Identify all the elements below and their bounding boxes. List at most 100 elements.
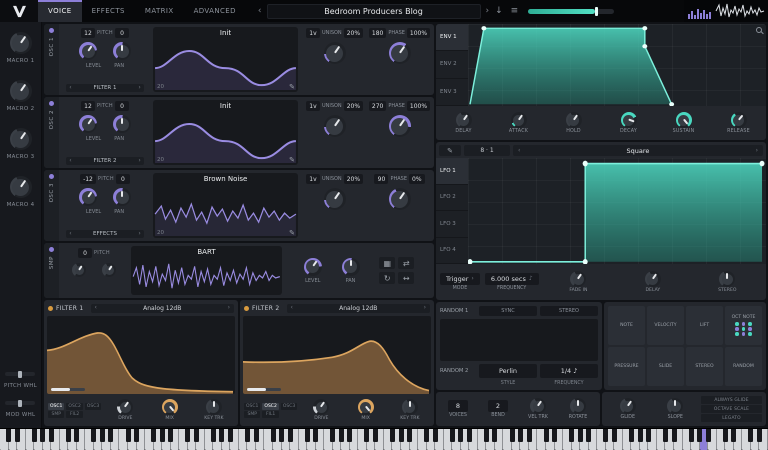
osc3-level-knob[interactable] [79, 188, 97, 206]
piano-key-black[interactable] [689, 429, 694, 442]
save-preset-icon[interactable]: ↓ [491, 6, 507, 16]
piano-key-black[interactable] [134, 429, 139, 442]
piano-key-black[interactable] [126, 429, 131, 442]
mod-source-note[interactable]: NOTE [608, 306, 645, 345]
piano-key-black[interactable] [748, 429, 753, 442]
osc2-pan-knob[interactable] [113, 115, 131, 133]
lfo-frequency-selector[interactable]: 6.000 secs ♪ [485, 273, 539, 285]
piano-key-black[interactable] [629, 429, 634, 442]
piano-key-black[interactable] [433, 429, 438, 442]
sampler-power-icon[interactable] [49, 247, 54, 252]
tempo-sync-icon[interactable]: ♪ [529, 276, 533, 282]
filter1-keytrack-knob[interactable] [206, 399, 222, 415]
piano-key-black[interactable] [245, 429, 250, 442]
piano-key-black[interactable] [347, 429, 352, 442]
env-release-knob[interactable] [731, 112, 747, 128]
tab-advanced[interactable]: ADVANCED [184, 0, 246, 22]
osc1-tab[interactable]: OSC 1 [44, 24, 59, 95]
filter2-input-osc1[interactable]: OSC1 [244, 403, 260, 410]
mod-source-pressure[interactable]: PRESSURE [608, 347, 645, 386]
osc1-phase[interactable]: 180 [369, 28, 386, 38]
osc2-unison-knob[interactable] [324, 115, 346, 137]
osc1-unison-detune[interactable]: 20% [344, 28, 363, 38]
osc1-phase-rand[interactable]: 100% [407, 28, 430, 38]
osc3-power-icon[interactable] [49, 174, 54, 179]
filter2-input-fil1[interactable]: FIL1 [262, 411, 278, 418]
filter1-input-fil2[interactable]: FIL2 [66, 411, 82, 418]
osc3-wavetable-display[interactable]: Brown Noise 20 ✎ [153, 173, 298, 238]
tab-lfo4[interactable]: LFO 4 [436, 238, 468, 265]
slope-knob[interactable] [667, 398, 683, 414]
osc2-phase[interactable]: 270 [369, 101, 386, 111]
keytrack-icon[interactable]: ▦ [379, 257, 395, 269]
osc3-unison-voices[interactable]: 1v [306, 174, 320, 184]
tab-lfo1[interactable]: LFO 1 [436, 158, 468, 185]
random-stereo-button[interactable]: STEREO [540, 306, 598, 316]
piano-key-black[interactable] [723, 429, 728, 442]
osc2-phase-knob[interactable] [389, 115, 411, 137]
osc1-unison-voices[interactable]: 1v [306, 28, 320, 38]
filter1-input-osc2[interactable]: OSC2 [66, 403, 82, 410]
osc1-pan-knob[interactable] [113, 42, 131, 60]
piano-key-black[interactable] [552, 429, 557, 442]
filter2-mix-knob[interactable] [358, 399, 374, 415]
osc3-phase-knob[interactable] [389, 188, 411, 210]
osc3-tune[interactable]: 0 [116, 174, 130, 184]
osc3-phase-rand[interactable]: 0% [409, 174, 425, 184]
lfo-fadein-knob[interactable] [570, 271, 586, 287]
osc1-wavetable-display[interactable]: Init 20 ✎ [153, 27, 298, 92]
piano-key-black[interactable] [569, 429, 574, 442]
piano-key-black[interactable] [458, 429, 463, 442]
tab-env3[interactable]: ENV 3 [436, 79, 468, 106]
piano-key-black[interactable] [288, 429, 293, 442]
osc1-tune[interactable]: 0 [115, 28, 129, 38]
osc2-tune[interactable]: 0 [115, 101, 129, 111]
piano-key-black[interactable] [603, 429, 608, 442]
random-start-icon[interactable]: ⇄ [398, 257, 414, 269]
filter1-display[interactable] [47, 316, 235, 394]
piano-key-black[interactable] [484, 429, 489, 442]
filter2-keytrack-knob[interactable] [402, 399, 418, 415]
sampler-keytrack-knob[interactable] [102, 263, 116, 277]
filter1-drive-knob[interactable] [117, 399, 133, 415]
preset-name[interactable]: Bedroom Producers Blog [267, 4, 481, 19]
filter1-power-icon[interactable] [48, 306, 53, 311]
piano-key-black[interactable] [373, 429, 378, 442]
osc3-frame-number[interactable]: 20 [157, 230, 164, 236]
piano-key-black[interactable] [100, 429, 105, 442]
osc2-wavetable-name[interactable]: Init [153, 102, 298, 110]
filter2-mix-slider[interactable] [247, 388, 281, 391]
sampler-tab[interactable]: SMP [44, 243, 59, 298]
osc2-tab[interactable]: OSC 2 [44, 97, 59, 168]
piano-key-black[interactable] [390, 429, 395, 442]
piano-key-black[interactable] [646, 429, 651, 442]
piano-key-black[interactable] [578, 429, 583, 442]
tab-effects[interactable]: EFFECTS [82, 0, 135, 22]
lfo-stereo-knob[interactable] [719, 271, 735, 287]
volume-thumb[interactable] [595, 7, 598, 16]
piano-key-black[interactable] [706, 429, 711, 442]
pitch-wheel-slider[interactable] [5, 372, 35, 376]
piano-key-black[interactable] [305, 429, 310, 442]
tab-voice[interactable]: VOICE [38, 0, 82, 22]
osc3-unison-detune[interactable]: 20% [344, 174, 363, 184]
filter2-power-icon[interactable] [244, 306, 249, 311]
piano-key-black[interactable] [399, 429, 404, 442]
piano-key-black[interactable] [271, 429, 276, 442]
piano-key-black[interactable] [407, 429, 412, 442]
macro3-knob[interactable] [10, 128, 32, 150]
lfo1-display[interactable] [468, 158, 766, 264]
osc3-transpose[interactable]: -12 [80, 174, 96, 184]
wavetable-editor-icon[interactable]: ✎ [289, 156, 295, 164]
tab-matrix[interactable]: MATRIX [135, 0, 184, 22]
piano-key-black[interactable] [518, 429, 523, 442]
menu-icon[interactable]: ≡ [507, 6, 523, 16]
piano-key-black[interactable] [467, 429, 472, 442]
piano-key-black[interactable] [339, 429, 344, 442]
vital-logo[interactable] [0, 0, 38, 22]
random-frequency-selector[interactable]: 1/4 ♪ [540, 364, 598, 378]
piano-key-black[interactable] [672, 429, 677, 442]
piano-key-black[interactable] [586, 429, 591, 442]
piano-key-black[interactable] [32, 429, 37, 442]
piano-key-black[interactable] [731, 429, 736, 442]
